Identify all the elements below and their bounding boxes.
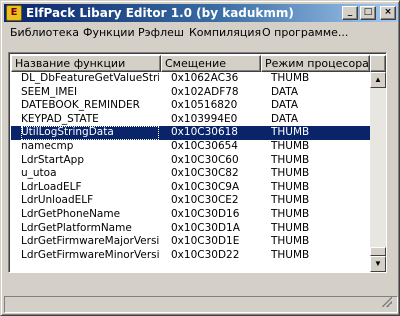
- cell-function-name: LdrGetFirmwareMajorVersion: [21, 235, 159, 248]
- cell-function-name: LdrGetFirmwareMinorVersion: [21, 248, 159, 261]
- table-row[interactable]: LdrGetPlatformName 0x10C30D1A THUMB: [11, 222, 370, 236]
- resize-grip-icon[interactable]: [382, 297, 392, 307]
- menu-about[interactable]: О программе...: [262, 26, 348, 39]
- cell-offset: 0x10C30654: [171, 139, 238, 152]
- cell-offset: 0x1062AC36: [171, 72, 239, 84]
- table-row[interactable]: LdrGetFirmwareMajorVersion 0x10C30D1E THUM…: [11, 235, 370, 249]
- cell-function-name: KEYPAD_STATE: [21, 112, 99, 125]
- table-row[interactable]: LdrLoadELF 0x10C30C9A THUMB: [11, 181, 370, 195]
- cell-offset: 0x10C30618: [171, 126, 238, 139]
- cell-offset: 0x10C30D1E: [171, 235, 240, 248]
- cell-mode: DATA: [271, 112, 299, 125]
- cell-offset: 0x10C30C60: [171, 153, 239, 166]
- elf-app-icon[interactable]: E: [6, 5, 22, 21]
- cell-offset: 0x10C30D1A: [171, 221, 240, 234]
- cell-mode: THUMB: [271, 235, 310, 248]
- cell-offset: 0x10C30C82: [171, 167, 239, 180]
- cell-function-name: LdrLoadELF: [21, 180, 82, 193]
- cell-mode: THUMB: [271, 126, 310, 139]
- cell-offset: 0x10516820: [171, 99, 238, 112]
- cell-mode: DATA: [271, 99, 299, 112]
- menu-bar: Библиотека Функции Рэфлеш Компиляция О п…: [4, 23, 398, 42]
- cell-mode: THUMB: [271, 72, 310, 84]
- menu-compile[interactable]: Компиляция: [189, 26, 261, 39]
- cell-offset: 0x10C30D22: [171, 248, 240, 261]
- cell-function-name: DL_DbFeatureGetValueString: [21, 72, 159, 84]
- cell-offset: 0x103994E0: [171, 112, 238, 125]
- column-header-offset[interactable]: Смещение: [161, 55, 261, 72]
- cell-mode: THUMB: [271, 248, 310, 261]
- title-bar[interactable]: E ElfPack Libary Editor 1.0 (by kadukmm)…: [4, 4, 398, 22]
- table-row[interactable]: LdrGetFirmwareMinorVersion 0x10C30D22 THUM…: [11, 249, 370, 263]
- cell-offset: 0x10C30C9A: [171, 180, 240, 193]
- scroll-down-icon[interactable]: ▼: [370, 256, 386, 272]
- minimize-button[interactable]: _: [342, 6, 358, 20]
- table-row[interactable]: LdrGetPhoneName 0x10C30D16 THUMB: [11, 208, 370, 222]
- table-row[interactable]: SEEM_IMEI 0x102ADF78 DATA: [11, 86, 370, 100]
- cell-function-name: LdrGetPlatformName: [21, 221, 132, 234]
- status-bar: [4, 296, 398, 313]
- cell-function-name: DATEBOOK_REMINDER: [21, 99, 140, 112]
- menu-functions[interactable]: Функции: [83, 26, 135, 39]
- cell-offset: 0x10C30D16: [171, 207, 240, 220]
- table-row[interactable]: LdrUnloadELF 0x10C30CE2 THUMB: [11, 194, 370, 208]
- list-header: Название функции Смещение Режим процесор…: [11, 55, 386, 72]
- list-rows: DL_DbFeatureGetValueString 0x1062AC36 THUM…: [11, 72, 370, 262]
- cell-function-name: LdrGetPhoneName: [21, 207, 121, 220]
- cell-mode: THUMB: [271, 139, 310, 152]
- table-row[interactable]: LdrStartApp 0x10C30C60 THUMB: [11, 154, 370, 168]
- cell-function-name: LdrStartApp: [21, 153, 84, 166]
- column-header-name[interactable]: Название функции: [11, 55, 161, 72]
- function-list[interactable]: Название функции Смещение Режим процесор…: [8, 52, 387, 273]
- close-button[interactable]: ×: [380, 6, 396, 20]
- cell-mode: THUMB: [271, 153, 310, 166]
- vertical-scrollbar[interactable]: ▲ ▼: [370, 72, 386, 272]
- cell-function-name: namecmp: [21, 139, 74, 152]
- table-row[interactable]: namecmp 0x10C30654 THUMB: [11, 140, 370, 154]
- maximize-button[interactable]: □: [360, 6, 376, 20]
- cell-mode: THUMB: [271, 207, 310, 220]
- cell-mode: THUMB: [271, 194, 310, 207]
- table-row[interactable]: UtilLogStringData 0x10C30618 THUMB: [11, 126, 370, 140]
- cell-offset: 0x10C30CE2: [171, 194, 239, 207]
- cell-mode: THUMB: [271, 221, 310, 234]
- cell-function-name: u_utoa: [21, 167, 57, 180]
- cell-function-name: LdrUnloadELF: [21, 194, 94, 207]
- table-row[interactable]: u_utoa 0x10C30C82 THUMB: [11, 167, 370, 181]
- menu-reflash[interactable]: Рэфлеш: [138, 26, 184, 39]
- cell-mode: DATA: [271, 85, 299, 98]
- cell-function-name: UtilLogStringData: [21, 126, 159, 140]
- table-row[interactable]: DL_DbFeatureGetValueString 0x1062AC36 THUM…: [11, 72, 370, 86]
- scroll-up-icon[interactable]: ▲: [370, 72, 386, 88]
- main-window: E ElfPack Libary Editor 1.0 (by kadukmm)…: [0, 0, 400, 316]
- table-row[interactable]: DATEBOOK_REMINDER 0x10516820 DATA: [11, 99, 370, 113]
- menu-library[interactable]: Библиотека: [10, 26, 79, 39]
- table-row[interactable]: KEYPAD_STATE 0x103994E0 DATA: [11, 113, 370, 127]
- column-header-mode[interactable]: Режим процесора*: [261, 55, 370, 72]
- cell-offset: 0x102ADF78: [171, 85, 239, 98]
- window-title: ElfPack Libary Editor 1.0 (by kadukmm): [26, 6, 294, 20]
- scroll-thumb[interactable]: [370, 247, 386, 256]
- cell-function-name: SEEM_IMEI: [21, 85, 78, 98]
- cell-mode: THUMB: [271, 167, 310, 180]
- cell-mode: THUMB: [271, 180, 310, 193]
- column-header-filler: [370, 55, 386, 72]
